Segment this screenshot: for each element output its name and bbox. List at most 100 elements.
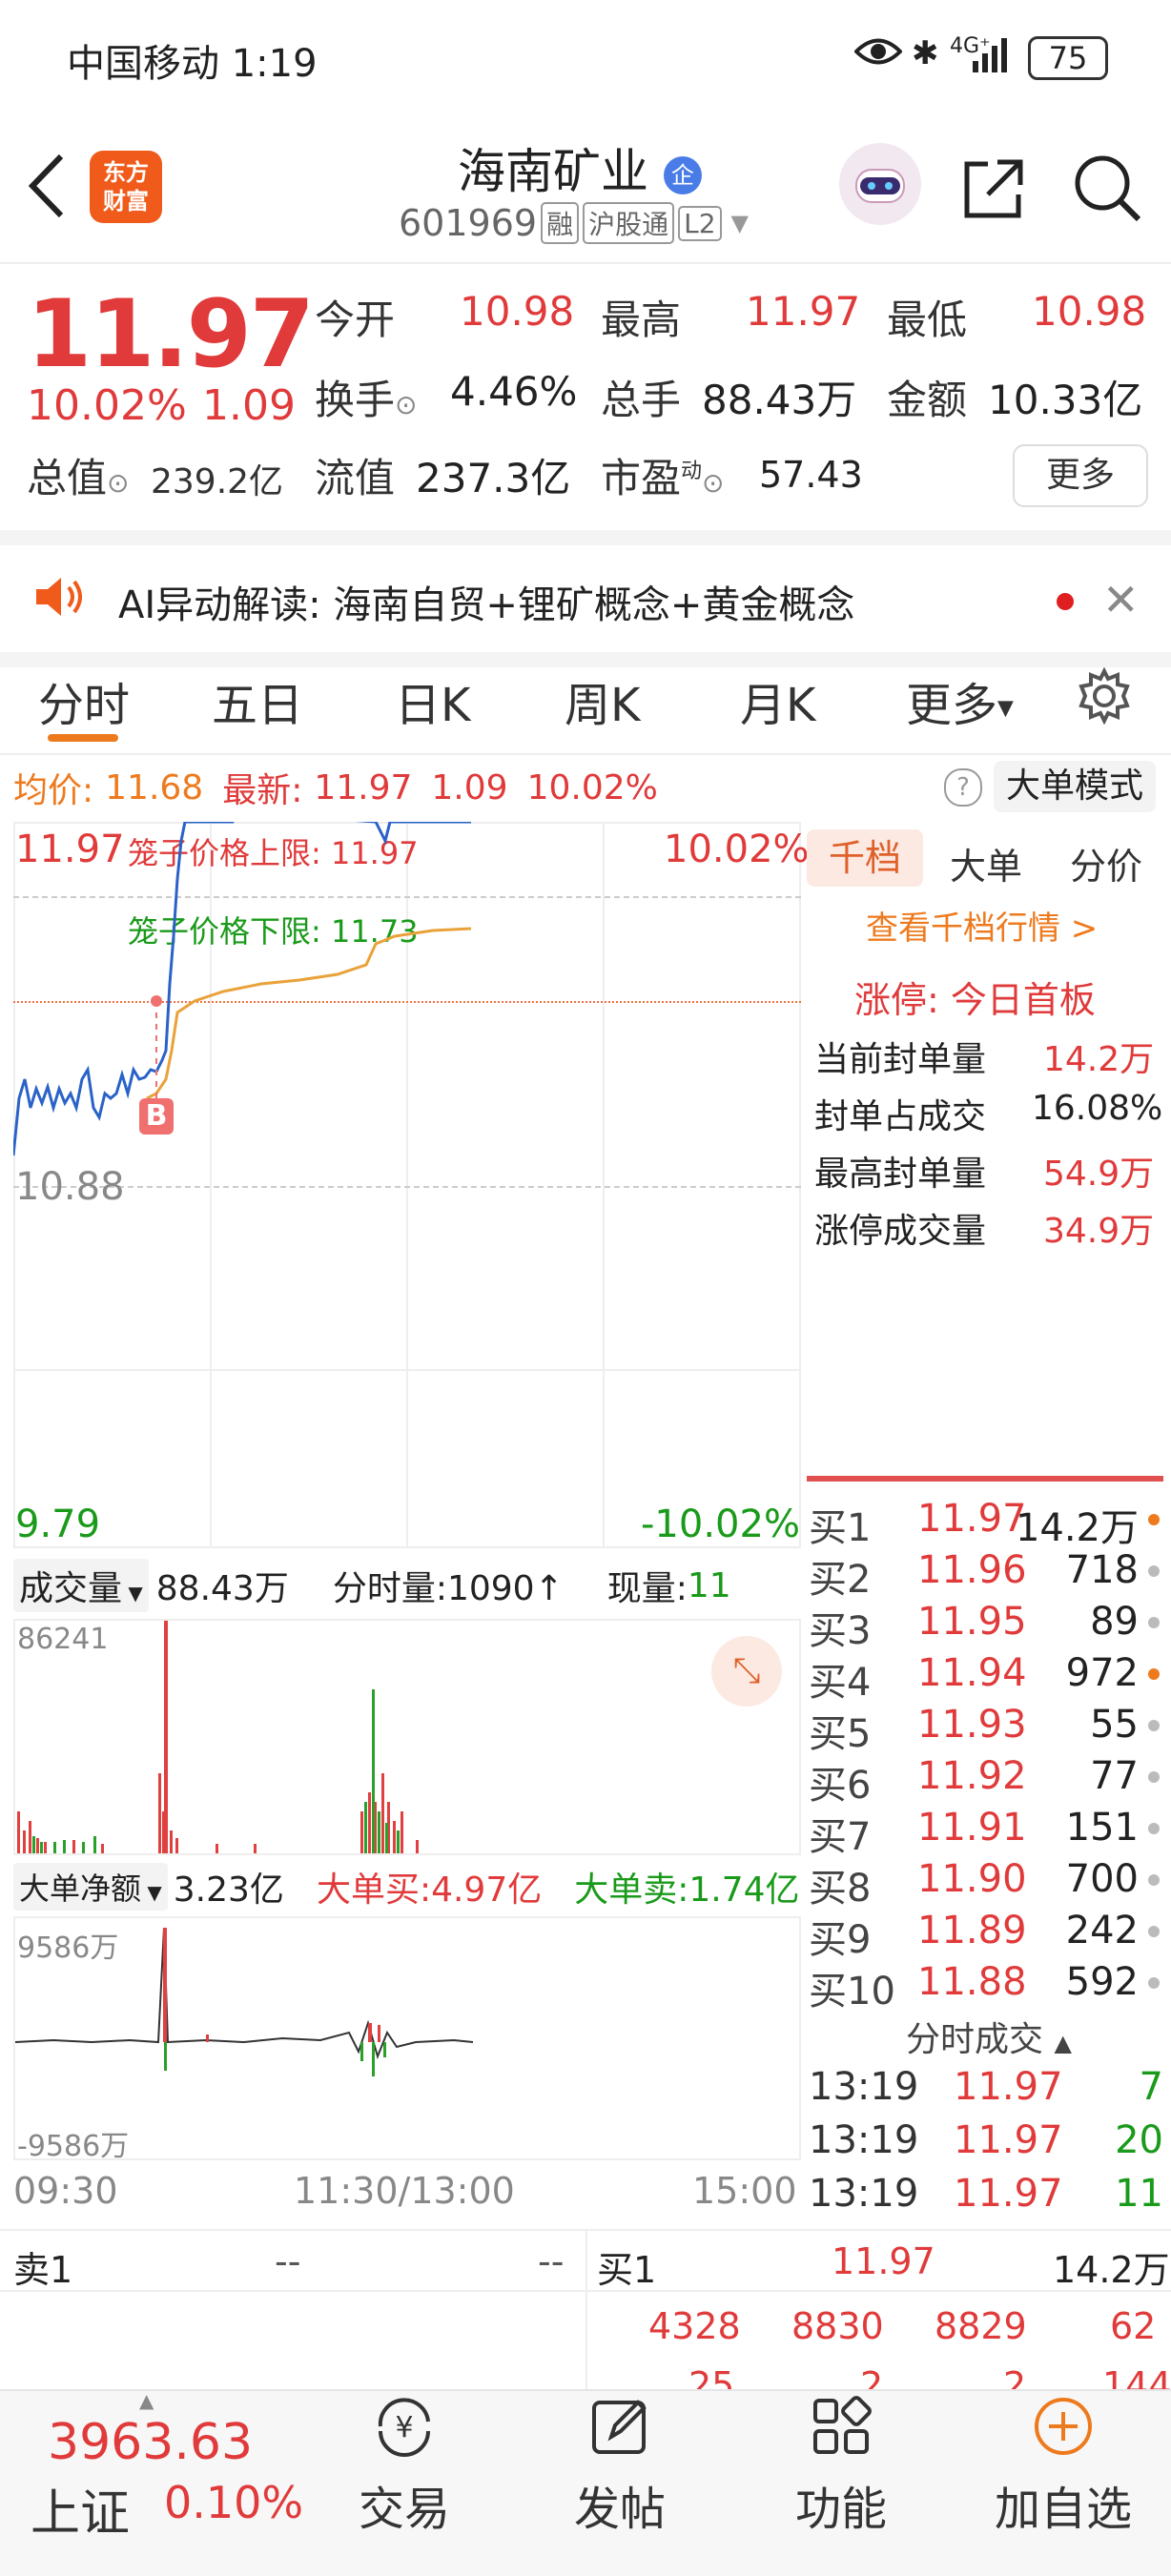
sell1-qty: -- — [538, 2240, 565, 2282]
tab-thousand-levels[interactable]: 千档 — [807, 829, 923, 887]
price-line-svg — [13, 822, 472, 1156]
caret-down-icon: ▼ — [997, 696, 1014, 721]
bid-qty: 718 — [1065, 1548, 1139, 1592]
ticks-title-text: 分时成交 — [906, 2020, 1044, 2059]
stock-meta: 601969 融 沪股通 L2 ▼ — [399, 202, 749, 244]
bid-qty: 77 — [1090, 1754, 1139, 1798]
tick-volume: 20 — [1115, 2118, 1163, 2162]
bid-price: 11.93 — [917, 1703, 1027, 1747]
nav-add-watchlist[interactable]: 加自选 — [973, 2393, 1154, 2538]
big-order-buy: 大单买:4.97亿 — [316, 1871, 543, 1910]
eye-icon — [853, 34, 903, 76]
index-pct[interactable]: 0.10% — [164, 2477, 303, 2528]
share-icon[interactable] — [959, 154, 1028, 227]
svg-text:¥: ¥ — [395, 2411, 413, 2444]
bid-label: 买1 — [809, 1506, 872, 1550]
back-arrow-icon[interactable] — [25, 153, 67, 223]
queue-order: 62 — [1110, 2305, 1157, 2347]
bid-row[interactable]: 买5 11.93 55 — [809, 1703, 1163, 1756]
chart-info-row: 均价: 11.68 最新: 11.97 1.09 10.02% — [13, 757, 658, 818]
bid-qty: 151 — [1065, 1806, 1139, 1850]
bid-row[interactable]: 买1 11.97 14.2万 — [809, 1497, 1163, 1550]
clock: 1:19 — [231, 42, 318, 86]
ticks-title[interactable]: 分时成交 ▲ — [906, 2012, 1072, 2061]
nav-post[interactable]: 发帖 — [534, 2393, 706, 2538]
gear-icon[interactable] — [1076, 666, 1133, 728]
big-order-selector[interactable]: 大单净额 ▼ — [13, 1863, 168, 1911]
bid-price: 11.88 — [917, 1960, 1027, 2004]
bid-qty: 55 — [1090, 1703, 1139, 1747]
buy1-label: 买1 — [597, 2249, 657, 2291]
volume-selector[interactable]: 成交量 ▼ — [13, 1559, 149, 1612]
tab-more[interactable]: 更多▼ — [906, 667, 1014, 734]
tab-monthly-k[interactable]: 月K — [740, 667, 815, 734]
nav-trade[interactable]: ¥ 交易 — [318, 2393, 490, 2538]
bid-row[interactable]: 买7 11.91 151 — [809, 1806, 1163, 1859]
bid-row[interactable]: 买9 11.89 242 — [809, 1909, 1163, 1962]
tick-time: 13:19 — [809, 2118, 919, 2162]
dropdown-triangle-icon[interactable]: ▼ — [731, 210, 749, 236]
volume-selector-label: 成交量 — [19, 1569, 123, 1608]
amount-value: 10.33亿 — [988, 377, 1143, 423]
view-levels-link[interactable]: 查看千档行情 > — [866, 902, 1098, 949]
yen-cycle-icon: ¥ — [318, 2393, 490, 2471]
stat-label: 最高封单量 — [814, 1155, 987, 1194]
battery-icon: 75 — [1028, 36, 1108, 80]
caret-down-icon: ▼ — [141, 1881, 162, 1904]
buy-marker[interactable]: B — [139, 1098, 174, 1135]
bid-price: 11.91 — [917, 1806, 1027, 1850]
status-bar: 中国移动 1:19 ✱ 4G⁺ 75 — [0, 0, 1171, 114]
bid-price: 11.89 — [917, 1909, 1027, 1952]
bid-row[interactable]: 买4 11.94 972 — [809, 1651, 1163, 1705]
tab-intraday[interactable]: 分时 — [38, 667, 130, 734]
close-icon[interactable]: ✕ — [1102, 574, 1140, 625]
expand-icon[interactable]: ⤡ — [711, 1636, 782, 1707]
bid-label: 买4 — [809, 1661, 872, 1705]
stat-value: 14.2万 — [1043, 1040, 1155, 1079]
bid-label: 买7 — [809, 1815, 872, 1859]
index-name[interactable]: 上证 — [31, 2473, 130, 2545]
info-circle-icon[interactable]: ⊙ — [395, 389, 417, 420]
bid-row[interactable]: 买10 11.88 592 — [809, 1960, 1163, 2014]
app-logo[interactable]: 东方 财富 — [90, 151, 162, 223]
activity-dot — [1148, 1874, 1160, 1886]
stock-title: 海南矿业 企 — [458, 133, 702, 202]
limit-up-bar — [807, 1476, 1163, 1482]
bid-price: 11.97 — [917, 1497, 1027, 1541]
current-volume-label: 现量: — [606, 1569, 688, 1608]
tab-big-orders[interactable]: 大单 — [950, 837, 1022, 889]
index-value[interactable]: 3963.63 — [48, 2414, 253, 2471]
bid-row[interactable]: 买6 11.92 77 — [809, 1754, 1163, 1808]
tick-price: 11.97 — [954, 2065, 1063, 2109]
nav-post-label: 发帖 — [573, 2483, 666, 2536]
help-icon[interactable]: ? — [944, 768, 982, 807]
stat-label: 涨停成交量 — [814, 1212, 987, 1251]
info-circle-icon[interactable]: ⊙ — [702, 467, 724, 499]
tab-more-label: 更多 — [906, 679, 998, 732]
ai-insight-bar[interactable]: AI异动解读: 海南自贸+锂矿概念+黄金概念 ✕ — [0, 530, 1171, 667]
buy-marker-dot — [151, 995, 162, 1007]
latest-change: 1.09 — [431, 767, 508, 808]
tab-five-day[interactable]: 五日 — [212, 667, 303, 734]
stat-label: 封单占成交 — [814, 1097, 987, 1136]
nav-trade-label: 交易 — [358, 2483, 450, 2536]
bid-row[interactable]: 买3 11.95 89 — [809, 1600, 1163, 1653]
info-circle-icon[interactable]: ⊙ — [107, 467, 129, 499]
bid-row[interactable]: 买2 11.96 718 — [809, 1548, 1163, 1602]
nav-functions[interactable]: 功能 — [755, 2393, 927, 2538]
bid-price: 11.94 — [917, 1651, 1027, 1695]
more-button[interactable]: 更多 — [1013, 444, 1148, 507]
big-order-mode-button[interactable]: 大单模式 — [994, 761, 1156, 812]
activity-dot — [1148, 1977, 1160, 1989]
tab-daily-k[interactable]: 日K — [395, 667, 470, 734]
tag-margin: 融 — [541, 202, 580, 244]
tab-weekly-k[interactable]: 周K — [565, 667, 640, 734]
tab-price-distribution[interactable]: 分价 — [1070, 837, 1142, 889]
bid-row[interactable]: 买8 11.90 700 — [809, 1857, 1163, 1911]
queue-row-partial: 25 2 2 144 — [587, 2364, 1171, 2389]
ai-robot-avatar[interactable] — [839, 143, 921, 225]
big-order-bars-up — [163, 1928, 380, 2042]
search-icon[interactable] — [1072, 153, 1142, 227]
limit-up-title: 涨停: 今日首板 — [854, 979, 1096, 1021]
tag-connect: 沪股通 — [583, 202, 675, 244]
